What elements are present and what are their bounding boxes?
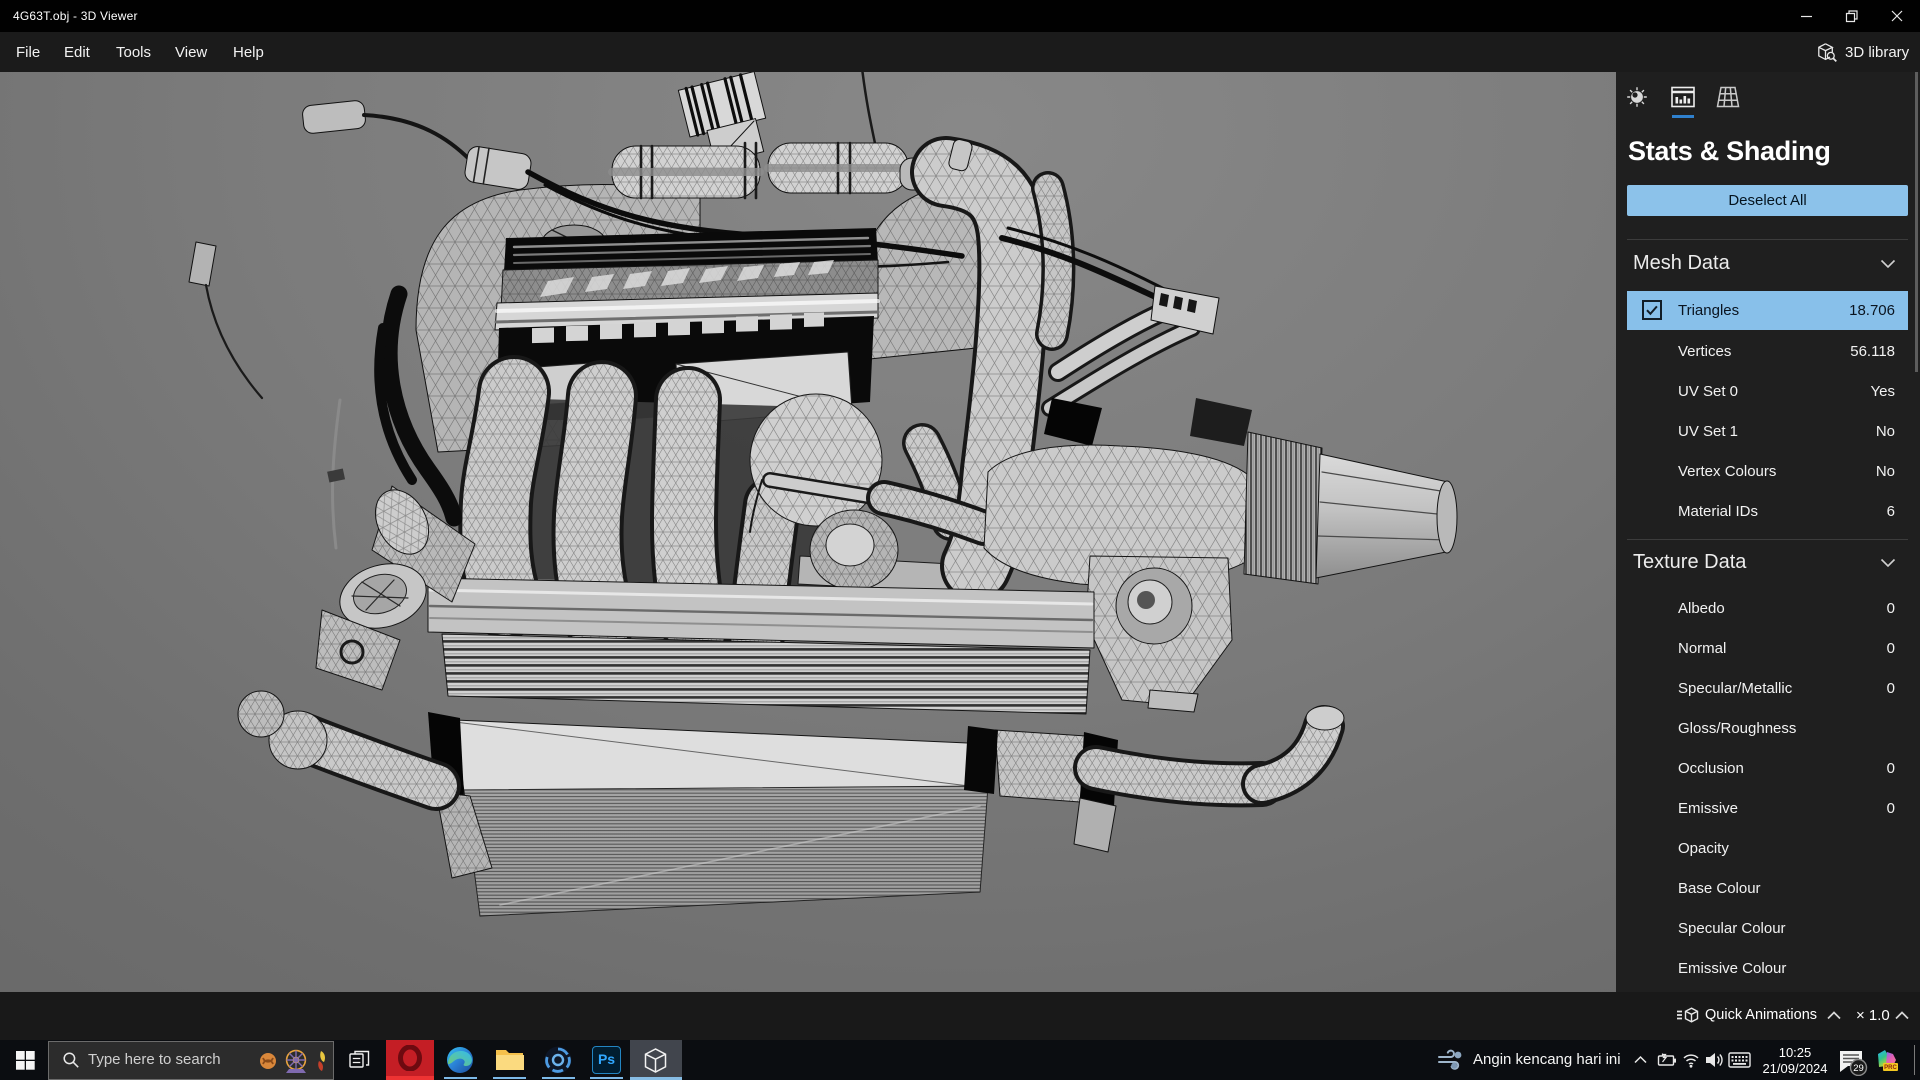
svg-text:29: 29 bbox=[1853, 1063, 1864, 1074]
svg-text:PRC: PRC bbox=[1884, 1065, 1897, 1071]
